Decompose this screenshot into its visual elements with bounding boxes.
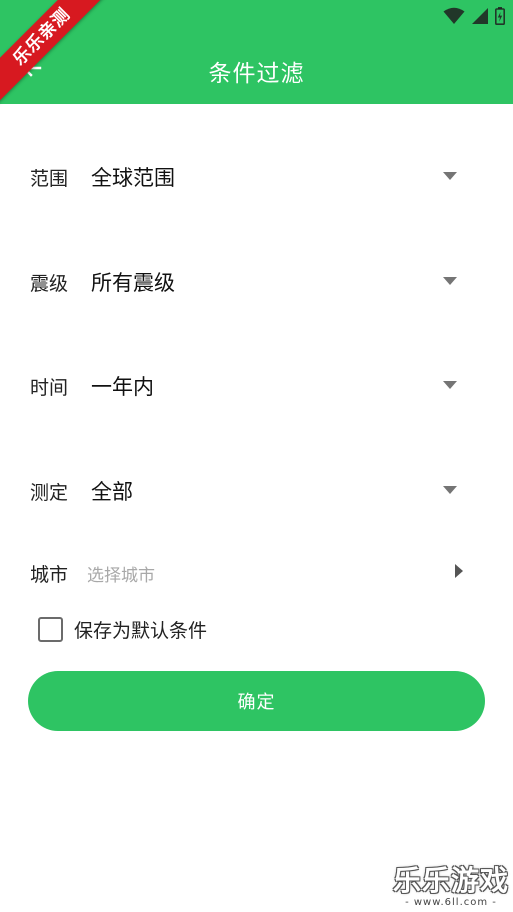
corner-ribbon: 乐乐亲测 <box>0 0 110 110</box>
wifi-icon <box>443 7 465 24</box>
filter-row-time[interactable]: 时间 一年内 <box>0 365 513 405</box>
time-label: 时间 <box>30 377 69 399</box>
status-icons <box>443 6 505 26</box>
filter-screen: 条件过滤 乐乐亲测 范围 全球范围 震级 所有震级 时间 一年内 测定 全部 城… <box>0 0 513 912</box>
filter-row-range[interactable]: 范围 全球范围 <box>0 156 513 196</box>
magnitude-dropdown-value[interactable]: 所有震级 <box>91 267 175 297</box>
chevron-right-icon[interactable] <box>455 564 463 578</box>
watermark-logo-text: 乐乐游戏 <box>393 864 510 897</box>
cellular-signal-icon <box>472 8 488 24</box>
save-default-checkbox[interactable] <box>38 616 63 642</box>
dropdown-arrow-icon[interactable] <box>443 172 457 180</box>
ribbon-text: 乐乐亲测 <box>0 0 110 105</box>
dropdown-arrow-icon[interactable] <box>443 277 457 285</box>
save-default-label: 保存为默认条件 <box>74 619 208 642</box>
filter-row-magnitude[interactable]: 震级 所有震级 <box>0 261 513 301</box>
time-dropdown-value[interactable]: 一年内 <box>91 371 154 401</box>
city-selector[interactable]: 城市 选择城市 <box>0 556 513 588</box>
watermark: 乐乐游戏 - www.6ll.com - <box>393 859 509 908</box>
dropdown-arrow-icon[interactable] <box>443 486 457 494</box>
range-dropdown-value[interactable]: 全球范围 <box>91 162 175 192</box>
save-default-option[interactable]: 保存为默认条件 <box>38 614 207 644</box>
range-label: 范围 <box>30 168 69 190</box>
city-placeholder[interactable]: 选择城市 <box>87 561 155 586</box>
battery-icon <box>495 7 505 25</box>
confirm-button[interactable]: 确定 <box>28 671 485 731</box>
magnitude-label: 震级 <box>30 273 69 295</box>
city-label: 城市 <box>30 564 69 586</box>
filter-row-measure[interactable]: 测定 全部 <box>0 470 513 510</box>
watermark-url: - www.6ll.com - <box>405 897 497 908</box>
measure-dropdown-value[interactable]: 全部 <box>91 476 133 506</box>
measure-label: 测定 <box>30 482 69 504</box>
dropdown-arrow-icon[interactable] <box>443 381 457 389</box>
